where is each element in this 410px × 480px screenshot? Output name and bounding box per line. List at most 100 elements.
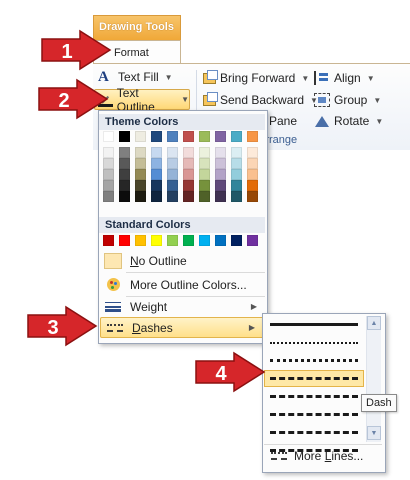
selection-pane-button[interactable]: Pane — [269, 114, 297, 128]
color-swatch[interactable] — [167, 191, 178, 202]
color-swatch[interactable] — [119, 169, 130, 180]
chevron-down-icon: ▼ — [301, 73, 310, 83]
color-swatch[interactable] — [231, 147, 242, 158]
color-swatch[interactable] — [151, 147, 162, 158]
group-button[interactable]: Group ▼ — [314, 93, 381, 107]
color-swatch[interactable] — [247, 180, 258, 191]
rotate-label: Rotate — [334, 114, 370, 128]
dash-option-dash-dot[interactable] — [264, 388, 364, 405]
color-swatch[interactable] — [215, 191, 226, 202]
align-button[interactable]: Align ▼ — [314, 71, 375, 85]
color-swatch[interactable] — [231, 235, 242, 246]
color-swatch[interactable] — [231, 158, 242, 169]
color-swatch[interactable] — [103, 235, 114, 246]
dash-option-long-dash-dot[interactable] — [264, 424, 364, 441]
color-swatch[interactable] — [199, 235, 210, 246]
color-swatch[interactable] — [167, 169, 178, 180]
color-swatch[interactable] — [231, 180, 242, 191]
color-swatch[interactable] — [183, 131, 194, 142]
color-swatch[interactable] — [135, 180, 146, 191]
color-swatch[interactable] — [167, 131, 178, 142]
color-swatch[interactable] — [183, 147, 194, 158]
color-swatch[interactable] — [151, 191, 162, 202]
color-swatch[interactable] — [135, 147, 146, 158]
color-swatch[interactable] — [167, 147, 178, 158]
color-swatch[interactable] — [167, 235, 178, 246]
color-swatch[interactable] — [183, 169, 194, 180]
color-swatch[interactable] — [103, 169, 114, 180]
color-swatch[interactable] — [135, 191, 146, 202]
step-2-number: 2 — [58, 90, 69, 112]
color-swatch[interactable] — [215, 169, 226, 180]
color-swatch[interactable] — [215, 131, 226, 142]
step-1-arrow-icon: 1 — [41, 29, 112, 71]
color-swatch[interactable] — [151, 158, 162, 169]
color-swatch[interactable] — [215, 158, 226, 169]
color-swatch[interactable] — [119, 180, 130, 191]
color-swatch[interactable] — [119, 235, 130, 246]
dash-option-round-dot[interactable] — [264, 334, 364, 351]
color-swatch[interactable] — [183, 158, 194, 169]
color-swatch[interactable] — [119, 147, 130, 158]
color-swatch[interactable] — [199, 191, 210, 202]
color-swatch[interactable] — [151, 180, 162, 191]
color-swatch[interactable] — [199, 147, 210, 158]
more-lines-label: More Lines... — [294, 449, 364, 463]
rotate-button[interactable]: Rotate ▼ — [314, 114, 383, 128]
color-swatch[interactable] — [151, 131, 162, 142]
color-swatch[interactable] — [231, 169, 242, 180]
color-swatch[interactable] — [103, 131, 114, 142]
color-swatch[interactable] — [167, 158, 178, 169]
send-backward-button[interactable]: Send Backward ▼ — [203, 91, 318, 107]
scroll-down-icon[interactable]: ▼ — [367, 426, 381, 440]
group-label: Group — [334, 93, 368, 107]
color-swatch[interactable] — [199, 131, 210, 142]
color-swatch[interactable] — [199, 158, 210, 169]
color-swatch[interactable] — [231, 131, 242, 142]
scroll-up-icon[interactable]: ▲ — [367, 316, 381, 330]
color-swatch[interactable] — [231, 191, 242, 202]
bring-forward-button[interactable]: Bring Forward ▼ — [203, 69, 310, 85]
color-swatch[interactable] — [135, 131, 146, 142]
color-swatch[interactable] — [103, 158, 114, 169]
color-swatch[interactable] — [135, 235, 146, 246]
color-swatch[interactable] — [199, 169, 210, 180]
color-swatch[interactable] — [119, 131, 130, 142]
dash-option-solid[interactable] — [264, 316, 364, 333]
text-fill-button[interactable]: A Text Fill ▼ — [98, 70, 173, 85]
submenu-scrollbar[interactable]: ▲ ▼ — [366, 316, 381, 442]
color-swatch[interactable] — [151, 169, 162, 180]
color-swatch[interactable] — [215, 147, 226, 158]
weight-item[interactable]: Weight ▶ — [99, 296, 265, 317]
color-swatch[interactable] — [135, 169, 146, 180]
more-lines-item[interactable]: More Lines... — [264, 446, 382, 466]
color-swatch[interactable] — [247, 235, 258, 246]
color-swatch[interactable] — [135, 158, 146, 169]
color-swatch[interactable] — [103, 180, 114, 191]
no-outline-item[interactable]: No Outline — [99, 250, 265, 271]
dashes-item[interactable]: Dashes ▶ — [100, 317, 264, 338]
color-swatch[interactable] — [247, 169, 258, 180]
color-swatch[interactable] — [103, 147, 114, 158]
dash-option-long-dash[interactable] — [264, 406, 364, 423]
chevron-down-icon: ▼ — [181, 95, 189, 104]
color-swatch[interactable] — [215, 235, 226, 246]
color-swatch[interactable] — [183, 235, 194, 246]
color-swatch[interactable] — [247, 191, 258, 202]
color-swatch[interactable] — [199, 180, 210, 191]
dash-option-dash[interactable] — [264, 370, 364, 387]
color-swatch[interactable] — [247, 147, 258, 158]
color-swatch[interactable] — [183, 180, 194, 191]
color-swatch[interactable] — [247, 158, 258, 169]
dash-option-square-dot[interactable] — [264, 352, 364, 369]
color-swatch[interactable] — [103, 191, 114, 202]
chevron-down-icon: ▼ — [366, 73, 375, 83]
color-swatch[interactable] — [183, 191, 194, 202]
color-swatch[interactable] — [151, 235, 162, 246]
color-swatch[interactable] — [247, 131, 258, 142]
more-outline-colors-item[interactable]: More Outline Colors... — [99, 274, 265, 295]
color-swatch[interactable] — [119, 158, 130, 169]
color-swatch[interactable] — [215, 180, 226, 191]
color-swatch[interactable] — [167, 180, 178, 191]
color-swatch[interactable] — [119, 191, 130, 202]
